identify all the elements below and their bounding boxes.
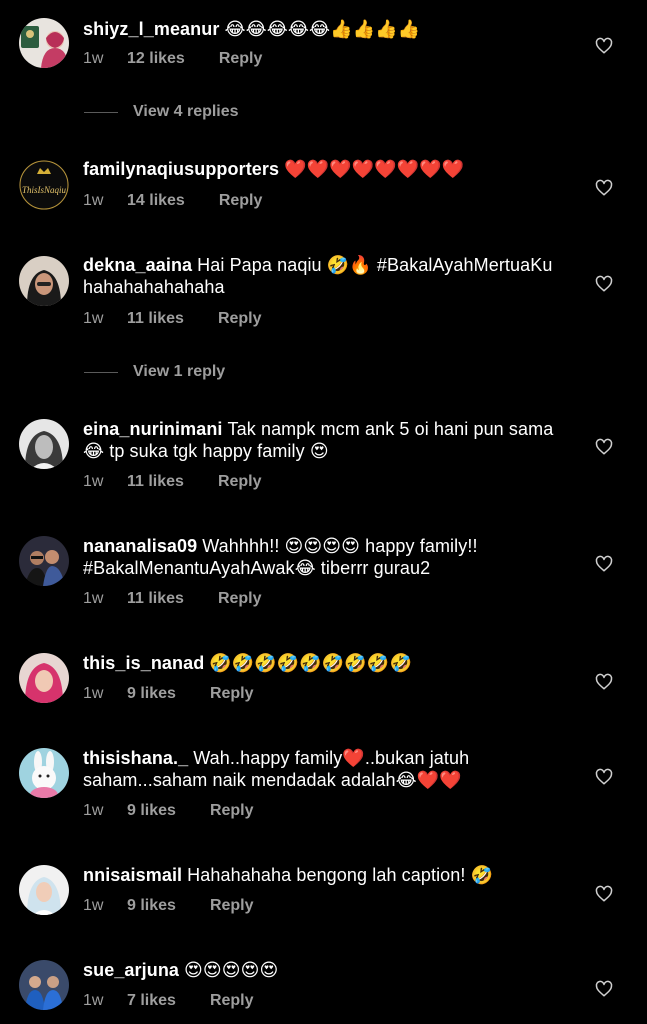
comment-body: this_is_nanad 🤣🤣🤣🤣🤣🤣🤣🤣🤣 — [83, 652, 577, 674]
comment-likes[interactable]: 11 likes — [127, 310, 184, 328]
comment-username[interactable]: dekna_aaina — [83, 255, 192, 275]
comment-meta: 1w 9 likes Reply — [83, 897, 254, 915]
comment-body: thisishana._ Wah..happy family❤️..bukan j… — [83, 747, 577, 791]
comment-likes[interactable]: 9 likes — [127, 897, 176, 915]
comment-body: nnisaismail Hahahahaha bengong lah captio… — [83, 864, 577, 886]
comment-text: 😂😂😂😂😂👍👍👍👍 — [224, 19, 421, 39]
avatar[interactable] — [19, 653, 69, 703]
reply-button[interactable]: Reply — [219, 192, 263, 210]
comment-meta: 1w 7 likes Reply — [83, 992, 254, 1010]
avatar[interactable] — [19, 18, 69, 68]
comment-meta: 1w 12 likes Reply — [83, 50, 262, 68]
comment-username[interactable]: sue_arjuna — [83, 960, 179, 980]
comment-username[interactable]: nnisaismail — [83, 865, 182, 885]
comment-likes[interactable]: 14 likes — [127, 192, 185, 210]
comment-username[interactable]: thisishana._ — [83, 748, 188, 768]
comment-likes[interactable]: 7 likes — [127, 992, 176, 1010]
comment-text: 🤣🤣🤣🤣🤣🤣🤣🤣🤣 — [209, 653, 412, 673]
comment-body: eina_nurinimani Tak nampk mcm ank 5 oi ha… — [83, 418, 577, 462]
reply-button[interactable]: Reply — [210, 897, 254, 915]
comment-meta: 1w 9 likes Reply — [83, 802, 254, 820]
heart-outline-icon[interactable] — [595, 768, 613, 786]
comment-time: 1w — [83, 50, 104, 67]
avatar[interactable] — [19, 536, 69, 586]
comment-meta: 1w 11 likes Reply — [83, 310, 262, 328]
view-replies-label: View 4 replies — [133, 103, 239, 120]
comment-likes[interactable]: 12 likes — [127, 50, 185, 68]
view-replies-button[interactable]: View 1 reply — [84, 363, 225, 381]
view-replies-label: View 1 reply — [133, 363, 226, 380]
avatar[interactable] — [19, 865, 69, 915]
comment-username[interactable]: familynaqiusupporters — [83, 159, 279, 179]
avatar[interactable] — [19, 256, 69, 306]
comment-time: 1w — [83, 802, 104, 819]
comment-text: Hahahahaha bengong lah caption! 🤣 — [187, 865, 494, 885]
heart-outline-icon[interactable] — [595, 980, 613, 998]
comment-likes[interactable]: 9 likes — [127, 802, 176, 820]
heart-outline-icon[interactable] — [595, 438, 613, 456]
comment-text: 😍😍😍😍😍 — [184, 960, 279, 980]
comment-body: nananalisa09 Wahhhh!! 😍😍😍😍 happy family!!… — [83, 535, 577, 579]
avatar[interactable]: ThisIsNaqiu — [19, 160, 69, 210]
comment-username[interactable]: nananalisa09 — [83, 536, 197, 556]
avatar[interactable] — [19, 419, 69, 469]
comment-body: sue_arjuna 😍😍😍😍😍 — [83, 959, 577, 981]
comment-body: shiyz_l_meanur 😂😂😂😂😂👍👍👍👍 — [83, 18, 577, 40]
reply-button[interactable]: Reply — [218, 310, 262, 328]
heart-outline-icon[interactable] — [595, 37, 613, 55]
comment-body: familynaqiusupporters ❤️❤️❤️❤️❤️❤️❤️❤️ — [83, 158, 577, 180]
comment-username[interactable]: shiyz_l_meanur — [83, 19, 219, 39]
comment-time: 1w — [83, 310, 104, 327]
reply-button[interactable]: Reply — [210, 992, 254, 1010]
reply-button[interactable]: Reply — [218, 590, 262, 608]
reply-button[interactable]: Reply — [210, 802, 254, 820]
comment-text: ❤️❤️❤️❤️❤️❤️❤️❤️ — [284, 159, 465, 179]
heart-outline-icon[interactable] — [595, 673, 613, 691]
comment-username[interactable]: this_is_nanad — [83, 653, 204, 673]
comment-time: 1w — [83, 897, 104, 914]
comment-likes[interactable]: 11 likes — [127, 590, 184, 608]
comment-likes[interactable]: 9 likes — [127, 685, 176, 703]
heart-outline-icon[interactable] — [595, 275, 613, 293]
comment-meta: 1w 9 likes Reply — [83, 685, 254, 703]
avatar-logo-text: ThisIsNaqiu — [22, 185, 67, 195]
comment-time: 1w — [83, 685, 104, 702]
heart-outline-icon[interactable] — [595, 179, 613, 197]
comment-meta: 1w 14 likes Reply — [83, 192, 262, 210]
comment-time: 1w — [83, 192, 104, 209]
divider-line — [84, 111, 118, 113]
avatar[interactable] — [19, 960, 69, 1010]
comment-meta: 1w 11 likes Reply — [83, 473, 262, 491]
heart-outline-icon[interactable] — [595, 555, 613, 573]
comment-likes[interactable]: 11 likes — [127, 473, 184, 491]
comment-time: 1w — [83, 473, 104, 490]
comment-time: 1w — [83, 992, 104, 1009]
heart-outline-icon[interactable] — [595, 885, 613, 903]
divider-line — [84, 371, 118, 373]
comment-body: dekna_aaina Hai Papa naqiu 🤣🔥 #BakalAyahM… — [83, 254, 577, 298]
comment-meta: 1w 11 likes Reply — [83, 590, 262, 608]
reply-button[interactable]: Reply — [219, 50, 263, 68]
view-replies-button[interactable]: View 4 replies — [84, 103, 239, 121]
reply-button[interactable]: Reply — [210, 685, 254, 703]
comment-time: 1w — [83, 590, 104, 607]
reply-button[interactable]: Reply — [218, 473, 262, 491]
avatar[interactable] — [19, 748, 69, 798]
comment-username[interactable]: eina_nurinimani — [83, 419, 223, 439]
